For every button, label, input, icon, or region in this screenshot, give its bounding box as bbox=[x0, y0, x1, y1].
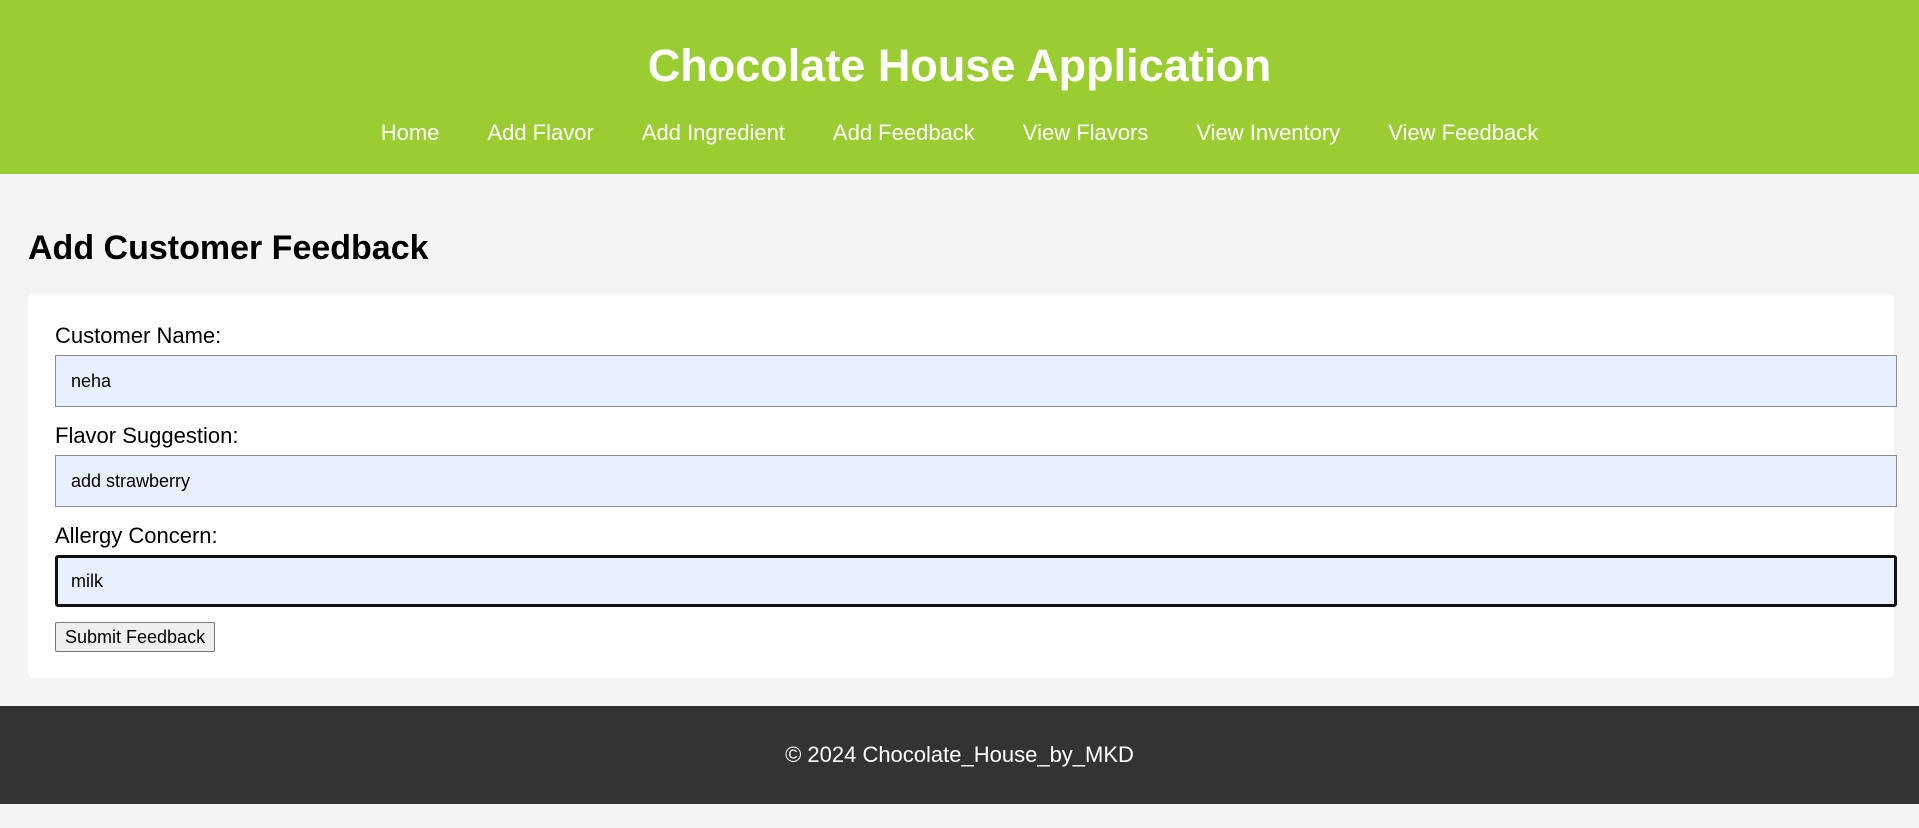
nav-add-feedback[interactable]: Add Feedback bbox=[809, 119, 999, 147]
app-footer: © 2024 Chocolate_House_by_MKD bbox=[0, 706, 1919, 804]
app-title: Chocolate House Application bbox=[647, 40, 1272, 91]
customer-name-input[interactable] bbox=[55, 355, 1897, 407]
nav-view-inventory[interactable]: View Inventory bbox=[1172, 119, 1364, 147]
feedback-form: Customer Name: Flavor Suggestion: Allerg… bbox=[28, 294, 1897, 678]
customer-name-label: Customer Name: bbox=[55, 323, 222, 348]
app-header: Chocolate House Application Home Add Fla… bbox=[0, 0, 1919, 174]
page-title: Add Customer Feedback bbox=[28, 229, 429, 267]
footer-copyright: © 2024 Chocolate_House_by_MKD bbox=[785, 742, 1134, 767]
allergy-concern-input[interactable] bbox=[55, 555, 1897, 607]
submit-feedback-button[interactable]: Submit Feedback bbox=[55, 622, 216, 652]
main-nav: Home Add Flavor Add Ingredient Add Feedb… bbox=[0, 119, 1919, 147]
nav-view-feedback[interactable]: View Feedback bbox=[1364, 119, 1562, 147]
nav-view-flavors[interactable]: View Flavors bbox=[999, 119, 1173, 147]
allergy-concern-label: Allergy Concern: bbox=[55, 523, 218, 548]
flavor-suggestion-input[interactable] bbox=[55, 455, 1897, 507]
nav-add-ingredient[interactable]: Add Ingredient bbox=[618, 119, 809, 147]
main-content: Add Customer Feedback Customer Name: Fla… bbox=[28, 220, 1897, 678]
nav-home[interactable]: Home bbox=[357, 119, 464, 147]
nav-add-flavor[interactable]: Add Flavor bbox=[463, 119, 617, 147]
flavor-suggestion-label: Flavor Suggestion: bbox=[55, 423, 239, 448]
